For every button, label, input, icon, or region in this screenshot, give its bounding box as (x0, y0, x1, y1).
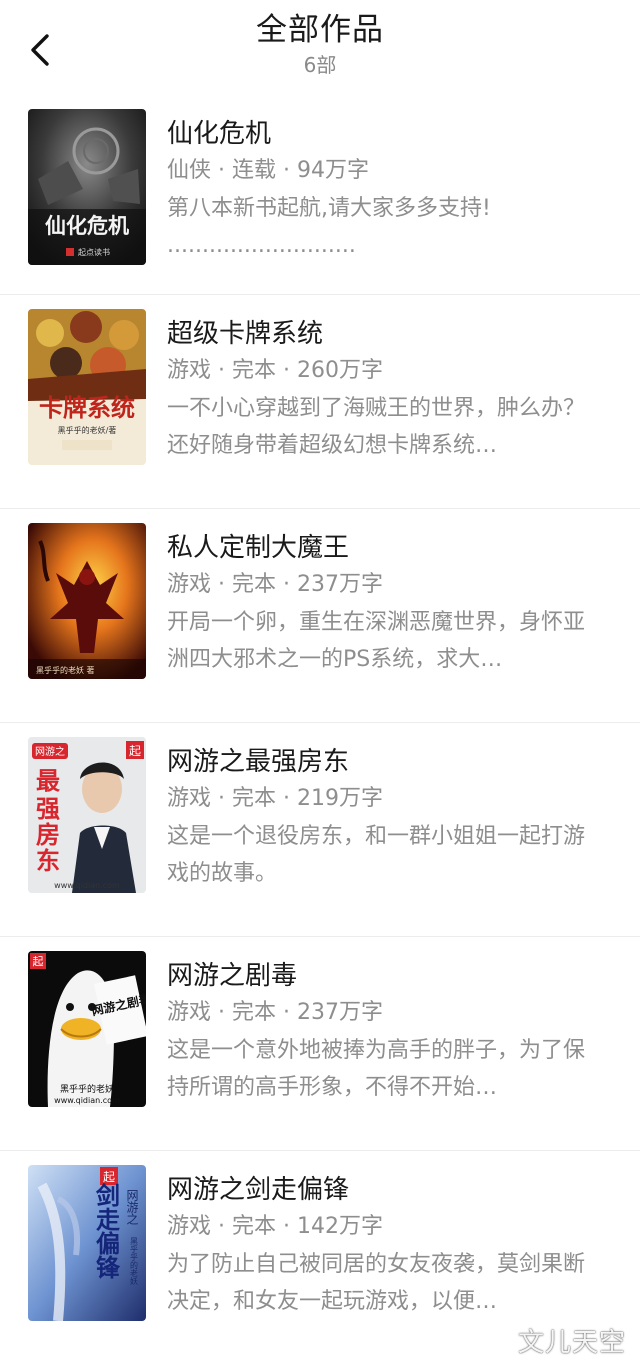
book-title: 私人定制大魔王 (167, 533, 350, 563)
book-desc: 这是一个退役房东，和一群小姐姐一起打游戏的故事。 (167, 824, 586, 886)
book-info: 网游之剧毒 游戏 · 完本 · 237万字 这是一个意外地被捧为高手的胖子，为了… (167, 958, 606, 1106)
works-count: 6部 (303, 53, 337, 77)
book-item-wangyouzhijudu[interactable]: 网游之剧毒 起 黑乎乎的老妖 www.qidian.com 网游之剧毒 游戏 ·… (0, 937, 640, 1151)
book-list: 仙化危机 起点读书 仙化危机 仙侠 · 连载 · 94万字 第八本新书起航,请大… (0, 96, 640, 1365)
svg-text:最: 最 (36, 766, 61, 795)
svg-text:网游之: 网游之 (35, 745, 65, 758)
cover-image-sirendingzhidamowang: 黑乎乎的老妖 著 (28, 523, 146, 679)
book-desc: 为了防止自己被同居的女友夜袭，莫剑果断决定，和女友一起玩游戏，以便… (167, 1252, 586, 1314)
book-meta: 游戏 · 完本 · 219万字 (167, 786, 383, 811)
book-info: 私人定制大魔王 游戏 · 完本 · 237万字 开局一个卵，重生在深渊恶魔世界，… (167, 530, 606, 678)
svg-text:黑乎乎的老妖/著: 黑乎乎的老妖/著 (58, 425, 117, 435)
book-info: 网游之最强房东 游戏 · 完本 · 219万字 这是一个退役房东，和一群小姐姐一… (167, 744, 606, 892)
cover-title-text: 卡牌系统 (39, 393, 135, 422)
book-meta: 游戏 · 完本 · 260万字 (167, 358, 383, 383)
cover-image-chaojikapaixitong: 卡牌系统 黑乎乎的老妖/著 (28, 309, 146, 465)
book-meta: 仙侠 · 连载 · 94万字 (167, 158, 369, 183)
book-title: 仙化危机 (167, 119, 272, 149)
cover-image-wangyouzhijianzoupianfeng: 起 网游之 剑走偏锋 黑乎乎的老妖 (28, 1165, 146, 1321)
page-header: 全部作品 6部 (0, 0, 640, 96)
book-title: 网游之最强房东 (167, 747, 350, 777)
cover-image-wangyouzhizuiqiangfangdong: 网游之 最 强 房 东 起 www.qidian.com (28, 737, 146, 893)
svg-text:www.qidian.com: www.qidian.com (54, 881, 120, 890)
book-meta: 游戏 · 完本 · 142万字 (167, 1214, 383, 1239)
svg-text:www.qidian.com: www.qidian.com (54, 1096, 120, 1105)
svg-text:强: 强 (36, 794, 60, 823)
book-item-wangyouzhizuiqiangfangdong[interactable]: 网游之 最 强 房 东 起 www.qidian.com 网游之最强房东 游戏 … (0, 723, 640, 937)
svg-text:网游之: 网游之 (125, 1189, 139, 1225)
book-info: 超级卡牌系统 游戏 · 完本 · 260万字 一不小心穿越到了海贼王的世界，肿么… (167, 316, 606, 464)
book-desc: 这是一个意外地被捧为高手的胖子，为了保持所谓的高手形象，不得不开始… (167, 1038, 586, 1100)
book-cover[interactable]: 网游之 最 强 房 东 起 www.qidian.com (28, 737, 146, 893)
cover-image-wangyouzhijudu: 网游之剧毒 起 黑乎乎的老妖 www.qidian.com (28, 951, 146, 1107)
svg-text:剑走偏锋: 剑走偏锋 (92, 1182, 121, 1280)
svg-text:起: 起 (129, 744, 141, 758)
watermark: 文儿天空 (517, 1328, 626, 1358)
cover-title-text: 仙化危机 (45, 214, 129, 238)
book-meta: 游戏 · 完本 · 237万字 (167, 572, 383, 597)
book-desc: 开局一个卵，重生在深渊恶魔世界，身怀亚洲四大邪术之一的PS系统，求大… (167, 610, 586, 672)
book-title: 网游之剧毒 (167, 961, 298, 991)
cover-image-xianhuaweiji: 仙化危机 起点读书 (28, 109, 146, 265)
svg-text:黑乎乎的老妖 著: 黑乎乎的老妖 著 (36, 665, 95, 675)
book-info: 仙化危机 仙侠 · 连载 · 94万字 第八本新书起航,请大家多多支持! ...… (167, 116, 606, 264)
svg-text:黑乎乎的老妖: 黑乎乎的老妖 (60, 1083, 114, 1095)
book-item-sirendingzhidamowang[interactable]: 黑乎乎的老妖 著 私人定制大魔王 游戏 · 完本 · 237万字 开局一个卵，重… (0, 509, 640, 723)
book-item-xianhuaweiji[interactable]: 仙化危机 起点读书 仙化危机 仙侠 · 连载 · 94万字 第八本新书起航,请大… (0, 96, 640, 295)
book-item-chaojikapaixitong[interactable]: 卡牌系统 黑乎乎的老妖/著 超级卡牌系统 游戏 · 完本 · 260万字 一不小… (0, 295, 640, 509)
book-cover[interactable]: 卡牌系统 黑乎乎的老妖/著 (28, 309, 146, 465)
book-desc: 一不小心穿越到了海贼王的世界，肿么办？还好随身带着超级幻想卡牌系统… (167, 396, 586, 458)
book-meta: 游戏 · 完本 · 237万字 (167, 1000, 383, 1025)
svg-text:起点读书: 起点读书 (78, 247, 110, 257)
page-title: 全部作品 (256, 12, 384, 48)
book-info: 网游之剑走偏锋 游戏 · 完本 · 142万字 为了防止自己被同居的女友夜袭，莫… (167, 1172, 606, 1320)
book-cover[interactable]: 仙化危机 起点读书 (28, 109, 146, 265)
svg-text:东: 东 (36, 846, 60, 875)
book-title: 超级卡牌系统 (167, 319, 324, 349)
svg-text:黑乎乎的老妖: 黑乎乎的老妖 (130, 1237, 139, 1286)
book-title: 网游之剑走偏锋 (167, 1175, 350, 1205)
book-desc: 第八本新书起航,请大家多多支持! .......................… (167, 196, 491, 258)
svg-text:起: 起 (33, 955, 44, 968)
svg-text:起: 起 (103, 1170, 115, 1184)
svg-text:房: 房 (36, 820, 60, 849)
book-cover[interactable]: 黑乎乎的老妖 著 (28, 523, 146, 679)
book-cover[interactable]: 起 网游之 剑走偏锋 黑乎乎的老妖 (28, 1165, 146, 1321)
book-cover[interactable]: 网游之剧毒 起 黑乎乎的老妖 www.qidian.com (28, 951, 146, 1107)
